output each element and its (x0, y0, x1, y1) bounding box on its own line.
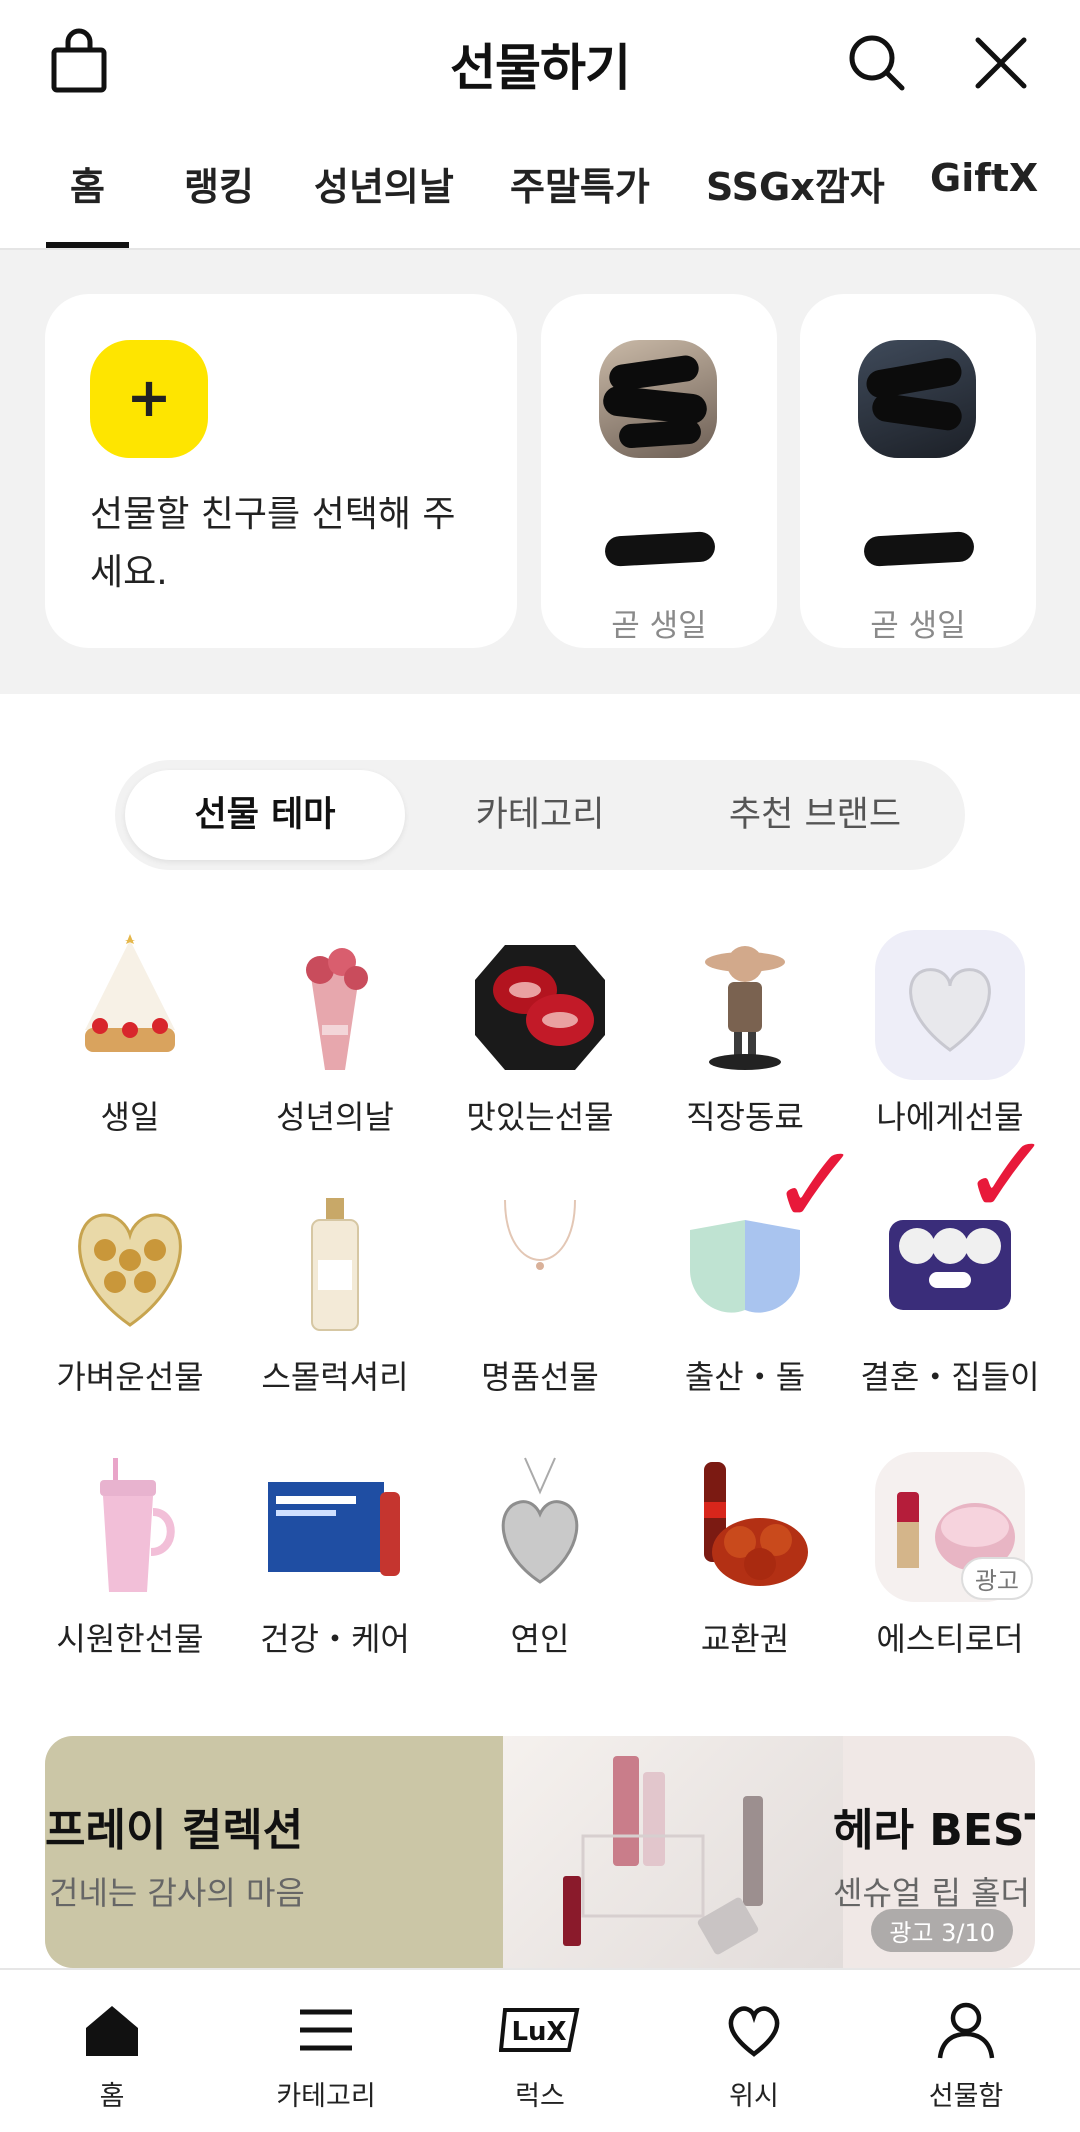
figure-icon (670, 930, 820, 1080)
nav-gift-box[interactable]: 선물함 (876, 1998, 1056, 2113)
banner-right-subtitle: 센슈얼 립 홀더 (833, 1874, 1030, 1912)
search-icon[interactable] (842, 28, 912, 98)
checkmark-icon: ✓ (770, 1121, 863, 1249)
theme-label: 성년의날 (276, 1098, 394, 1136)
cosmetics-icon: 광고 (875, 1452, 1033, 1602)
beef-icon (465, 930, 615, 1080)
close-icon[interactable] (966, 28, 1036, 98)
theme-luxury-gift[interactable]: 명품선물 (440, 1190, 640, 1398)
banner-counter: 광고 3/10 (871, 1909, 1013, 1952)
tab-coming-of-age[interactable]: 성년의날 (314, 156, 454, 211)
cola-chicken-icon (670, 1452, 820, 1602)
theme-estee-lauder-ad[interactable]: 광고 에스티로더 (850, 1452, 1050, 1660)
avatar (858, 340, 976, 458)
tab-weekend-deal[interactable]: 주말특가 (510, 156, 650, 211)
heart-icon (728, 2006, 780, 2057)
nav-label: 선물함 (928, 2081, 1004, 2112)
theme-coming-of-age[interactable]: 성년의날 (235, 930, 435, 1138)
add-friend-card[interactable]: + 선물할 친구를 선택해 주세요. (45, 294, 517, 648)
theme-label: 가벼운선물 (56, 1358, 204, 1396)
theme-light-gift[interactable]: 가벼운선물 (30, 1190, 230, 1398)
promo-banner[interactable]: 프레이 컬렉션 건네는 감사의 마음 헤라 BEST 센슈얼 립 홀더 광고 3… (45, 1736, 1035, 1968)
checkmark-icon: ✓ (961, 1111, 1054, 1239)
theme-coworker[interactable]: 직장동료 (645, 930, 845, 1138)
theme-label: 결혼・집들이 (860, 1358, 1040, 1396)
add-friend-text: 선물할 친구를 선택해 주세요. (90, 494, 456, 593)
cake-icon (55, 930, 205, 1080)
nav-label: 홈 (99, 2081, 125, 2112)
tissue-pack-icon: ✓ (875, 1120, 1053, 1340)
theme-wedding-housewarming[interactable]: ✓ 결혼・집들이 (850, 1120, 1053, 1398)
segment-category[interactable]: 카테고리 (400, 770, 680, 860)
friend-section: + 선물할 친구를 선택해 주세요. 곧 생일 곧 생일 (0, 250, 1080, 694)
theme-birthday[interactable]: 생일 (30, 930, 230, 1138)
theme-label: 시원한선물 (56, 1620, 204, 1658)
theme-birth-first-birthday[interactable]: ✓ 출산・돌 (645, 1130, 862, 1398)
theme-label: 연인 (510, 1620, 570, 1658)
segment-gift-theme[interactable]: 선물 테마 (125, 770, 405, 860)
theme-small-luxury[interactable]: 스몰럭셔리 (235, 1190, 435, 1398)
header: 선물하기 (0, 0, 1080, 128)
theme-label: 교환권 (700, 1620, 790, 1658)
birthday-status: 곧 생일 (611, 608, 707, 644)
lux-icon: LuX (498, 2008, 580, 2052)
svg-text:LuX: LuX (511, 2017, 566, 2047)
bouquet-icon (260, 930, 410, 1080)
nav-label: 위시 (729, 2081, 779, 2112)
theme-segment: 선물 테마 카테고리 추천 브랜드 (115, 760, 965, 870)
nav-wish[interactable]: 위시 (664, 1998, 844, 2113)
top-tabs: 홈 랭킹 성년의날 주말특가 SSGx깜자 GiftX (0, 128, 1080, 250)
birthday-status: 곧 생일 (870, 608, 966, 644)
theme-label: 에스티로더 (876, 1620, 1024, 1658)
banner-left-title: 프레이 컬렉션 (45, 1805, 304, 1856)
friend-name-redacted (863, 531, 975, 567)
nav-home[interactable]: 홈 (22, 1998, 202, 2113)
banner-product-image (503, 1736, 843, 1968)
theme-lover[interactable]: 연인 (440, 1452, 640, 1660)
theme-label: 맛있는선물 (466, 1098, 614, 1136)
tumbler-icon (55, 1452, 205, 1602)
heart-balloon-icon (875, 930, 1025, 1080)
theme-voucher[interactable]: 교환권 (645, 1452, 845, 1660)
nav-label: 카테고리 (276, 2081, 376, 2112)
person-icon (937, 2002, 995, 2059)
page-title: 선물하기 (450, 39, 631, 97)
theme-label: 스몰럭셔리 (261, 1358, 409, 1396)
perfume-bottle-icon (260, 1190, 410, 1340)
theme-label: 생일 (100, 1098, 160, 1136)
friend-card[interactable]: 곧 생일 (800, 294, 1036, 648)
tab-ranking[interactable]: 랭킹 (184, 156, 254, 211)
theme-tasty-gift[interactable]: 맛있는선물 (440, 930, 640, 1138)
home-icon (86, 2006, 138, 2056)
theme-label: 출산・돌 (684, 1358, 806, 1396)
theme-cool-gift[interactable]: 시원한선물 (30, 1452, 230, 1660)
segment-brand[interactable]: 추천 브랜드 (675, 770, 955, 860)
friend-card[interactable]: 곧 생일 (541, 294, 777, 648)
heart-pendant-icon (465, 1452, 615, 1602)
theme-label: 명품선물 (481, 1358, 599, 1396)
friend-name-redacted (604, 531, 716, 567)
tab-home[interactable]: 홈 (46, 156, 129, 248)
tab-ssg[interactable]: SSGx깜자 (706, 156, 885, 211)
banner-left-subtitle: 건네는 감사의 마음 (49, 1874, 305, 1912)
avatar (599, 340, 717, 458)
necklace-icon (465, 1190, 615, 1340)
baby-bib-icon: ✓ (670, 1130, 862, 1340)
bottom-nav: 홈 카테고리 LuX 럭스 위시 선물함 (0, 1968, 1080, 2132)
nav-label: 럭스 (515, 2081, 565, 2112)
tab-giftx[interactable]: GiftX (930, 156, 1038, 200)
menu-icon (300, 2009, 352, 2051)
theme-health-care[interactable]: 건강・케어 (235, 1452, 435, 1660)
nav-category[interactable]: 카테고리 (236, 1998, 416, 2113)
plus-icon: + (90, 340, 208, 458)
nav-lux[interactable]: LuX 럭스 (450, 1998, 630, 2113)
theme-label: 건강・케어 (260, 1620, 410, 1658)
banner-right-title: 헤라 BEST (833, 1805, 1035, 1856)
theme-self-gift[interactable]: 나에게선물 (850, 930, 1050, 1138)
banner-slide-left: 프레이 컬렉션 건네는 감사의 마음 (45, 1736, 503, 1968)
supplement-box-icon (260, 1452, 410, 1602)
chocolate-box-icon (55, 1190, 205, 1340)
ad-badge: 광고 (960, 1557, 1033, 1600)
